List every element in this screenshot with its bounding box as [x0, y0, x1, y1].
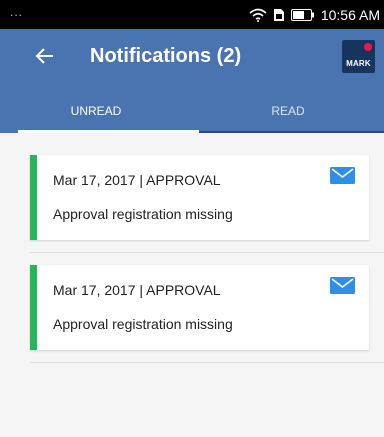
status-accent-bar — [30, 265, 37, 350]
app-bar: Notifications (2) MARK UNREAD READ — [0, 29, 384, 133]
notification-meta: Mar 17, 2017 | APPROVAL — [53, 282, 221, 298]
tab-underline — [199, 131, 384, 133]
sim-card-icon — [273, 9, 284, 21]
tab-read[interactable]: READ — [192, 98, 384, 133]
logo-dot-icon — [364, 43, 372, 51]
status-bar: ... 10:56 AM — [0, 0, 384, 29]
status-overflow-dots: ... — [10, 5, 24, 19]
notification-meta: Mar 17, 2017 | APPROVAL — [53, 172, 221, 188]
status-time: 10:56 AM — [320, 7, 380, 23]
battery-icon — [290, 9, 314, 21]
list-divider — [30, 362, 384, 363]
notification-card[interactable]: Mar 17, 2017 | APPROVAL Approval registr… — [30, 265, 369, 350]
mail-icon[interactable] — [330, 167, 355, 184]
wifi-icon — [249, 8, 267, 22]
logo-text: MARK — [346, 59, 371, 68]
notification-text: Approval registration missing — [53, 206, 233, 222]
back-arrow-icon[interactable] — [33, 44, 57, 68]
notification-card[interactable]: Mar 17, 2017 | APPROVAL Approval registr… — [30, 155, 369, 240]
status-icons: 10:56 AM — [249, 6, 380, 24]
page-title: Notifications (2) — [90, 45, 242, 67]
brand-logo: MARK — [342, 40, 375, 73]
mail-icon[interactable] — [330, 277, 355, 294]
tab-unread[interactable]: UNREAD — [0, 98, 192, 133]
active-tab-indicator — [18, 130, 199, 133]
status-accent-bar — [30, 155, 37, 240]
list-divider — [30, 252, 384, 253]
notification-text: Approval registration missing — [53, 316, 233, 332]
